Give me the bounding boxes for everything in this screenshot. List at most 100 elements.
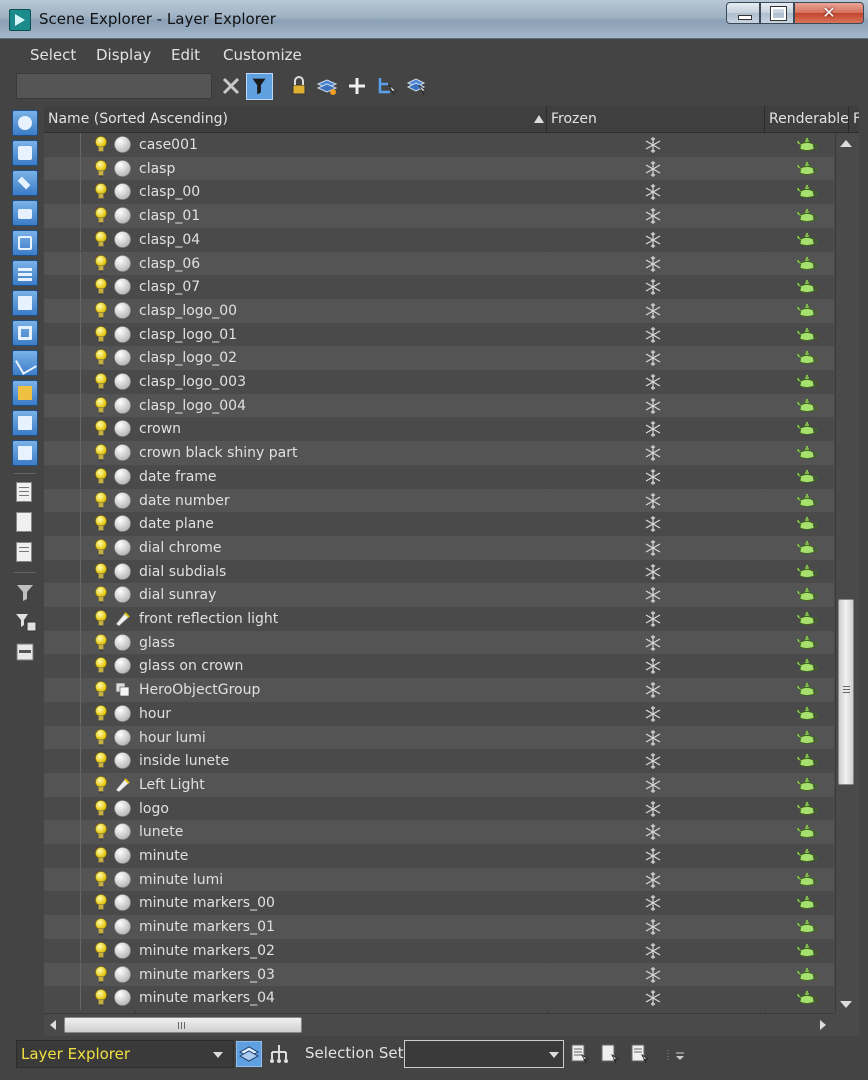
table-row[interactable]: clasp_logo_004 xyxy=(44,393,834,418)
table-row[interactable]: logo xyxy=(44,796,834,821)
object-name[interactable]: inside lunete xyxy=(139,749,229,773)
teapot-icon[interactable] xyxy=(796,207,818,225)
table-row[interactable]: clasp_06 xyxy=(44,251,834,276)
table-row[interactable]: minute markers_01 xyxy=(44,915,834,939)
lightbulb-icon[interactable] xyxy=(95,254,107,273)
display-groups-button[interactable] xyxy=(12,290,38,316)
snowflake-icon[interactable] xyxy=(644,942,662,960)
snowflake-icon[interactable] xyxy=(644,160,662,178)
snowflake-icon[interactable] xyxy=(644,231,662,249)
snowflake-icon[interactable] xyxy=(644,800,662,818)
hierarchy-select-icon[interactable] xyxy=(376,75,398,97)
table-row[interactable]: clasp_logo_00 xyxy=(44,298,834,323)
display-cameras-button[interactable] xyxy=(12,200,38,226)
teapot-icon[interactable] xyxy=(796,705,818,723)
table-row[interactable]: clasp_00 xyxy=(44,180,834,205)
table-row[interactable]: clasp_04 xyxy=(44,227,834,252)
teapot-icon[interactable] xyxy=(796,989,818,1007)
lightbulb-icon[interactable] xyxy=(95,941,107,960)
table-row[interactable]: dial sunray xyxy=(44,583,834,607)
table-row[interactable]: minute markers_03 xyxy=(44,962,834,987)
snowflake-icon[interactable] xyxy=(644,657,662,675)
table-row[interactable]: clasp_logo_003 xyxy=(44,370,834,394)
object-name[interactable]: minute xyxy=(139,844,188,868)
snowflake-icon[interactable] xyxy=(644,966,662,984)
clear-icon[interactable] xyxy=(220,75,242,97)
layer-add-icon[interactable] xyxy=(316,75,338,97)
lightbulb-icon[interactable] xyxy=(95,776,107,794)
object-name[interactable]: hour xyxy=(139,702,171,726)
lightbulb-icon[interactable] xyxy=(95,515,107,533)
edit-selection-set-icon[interactable] xyxy=(570,1043,590,1065)
plus-icon[interactable] xyxy=(346,75,368,97)
object-name[interactable]: minute markers_02 xyxy=(139,939,275,963)
lightbulb-icon[interactable] xyxy=(95,610,107,628)
teapot-icon[interactable] xyxy=(796,231,818,249)
table-row[interactable]: clasp_logo_02 xyxy=(44,346,834,370)
lightbulb-icon[interactable] xyxy=(95,633,107,652)
object-name[interactable]: lunete xyxy=(139,820,183,844)
menu-customize[interactable]: Customize xyxy=(223,46,302,64)
teapot-icon[interactable] xyxy=(796,183,818,201)
snowflake-icon[interactable] xyxy=(644,539,662,557)
table-row[interactable]: glass on crown xyxy=(44,654,834,679)
object-name[interactable]: date plane xyxy=(139,512,214,536)
lightbulb-icon[interactable] xyxy=(95,989,107,1007)
object-name[interactable]: minute lumi xyxy=(139,868,223,892)
teapot-icon[interactable] xyxy=(796,515,818,533)
snowflake-icon[interactable] xyxy=(644,278,662,296)
collapse-icon[interactable] xyxy=(16,642,34,662)
lightbulb-icon[interactable] xyxy=(95,918,107,936)
horizontal-scrollbar[interactable] xyxy=(44,1013,834,1036)
lightbulb-icon[interactable] xyxy=(95,159,107,178)
table-row[interactable]: minute markers_02 xyxy=(44,938,834,963)
table-row[interactable]: date frame xyxy=(44,464,834,489)
teapot-icon[interactable] xyxy=(796,729,818,747)
close-button[interactable]: ✕ xyxy=(794,2,864,24)
column-header-next[interactable]: F xyxy=(849,106,859,132)
teapot-icon[interactable] xyxy=(796,918,818,936)
object-name[interactable]: HeroObjectGroup xyxy=(139,678,260,702)
layer-select-icon[interactable] xyxy=(406,75,428,97)
teapot-icon[interactable] xyxy=(796,823,818,841)
snowflake-icon[interactable] xyxy=(644,681,662,699)
snowflake-icon[interactable] xyxy=(644,136,662,154)
object-name[interactable]: clasp_00 xyxy=(139,180,200,204)
display-frozen-button[interactable] xyxy=(12,410,38,436)
object-name[interactable]: hour lumi xyxy=(139,726,206,750)
filter-toggle-icon[interactable] xyxy=(15,582,35,602)
snowflake-icon[interactable] xyxy=(644,705,662,723)
lightbulb-icon[interactable] xyxy=(95,396,107,415)
lightbulb-icon[interactable] xyxy=(95,325,107,344)
snowflake-icon[interactable] xyxy=(644,255,662,273)
lightbulb-icon[interactable] xyxy=(95,562,107,581)
object-name[interactable]: clasp_logo_003 xyxy=(139,370,246,394)
snowflake-icon[interactable] xyxy=(644,326,662,344)
lightbulb-icon[interactable] xyxy=(95,657,107,675)
snowflake-icon[interactable] xyxy=(644,894,662,912)
search-input[interactable] xyxy=(16,73,212,99)
display-invert-button[interactable] xyxy=(16,542,32,562)
display-hidden-button[interactable] xyxy=(12,440,38,466)
snowflake-icon[interactable] xyxy=(644,302,662,320)
object-name[interactable]: glass xyxy=(139,631,175,655)
table-row[interactable]: dial subdials xyxy=(44,559,834,584)
lightbulb-icon[interactable] xyxy=(95,278,107,296)
lightbulb-icon[interactable] xyxy=(95,894,107,912)
menu-select[interactable]: Select xyxy=(30,46,76,64)
scroll-left-arrow[interactable] xyxy=(50,1020,56,1030)
teapot-icon[interactable] xyxy=(796,302,818,320)
table-row[interactable]: front reflection light xyxy=(44,607,834,631)
snowflake-icon[interactable] xyxy=(644,871,662,889)
maximize-button[interactable] xyxy=(760,2,794,24)
selection-set-dropdown[interactable] xyxy=(404,1040,564,1068)
table-row[interactable]: glass xyxy=(44,630,834,655)
object-name[interactable]: clasp_06 xyxy=(139,252,200,276)
snowflake-icon[interactable] xyxy=(644,586,662,604)
table-row[interactable]: hour xyxy=(44,701,834,726)
add-to-set-icon[interactable] xyxy=(630,1043,650,1065)
lightbulb-icon[interactable] xyxy=(95,491,107,510)
snowflake-icon[interactable] xyxy=(644,752,662,770)
teapot-icon[interactable] xyxy=(796,634,818,652)
snowflake-icon[interactable] xyxy=(644,349,662,367)
